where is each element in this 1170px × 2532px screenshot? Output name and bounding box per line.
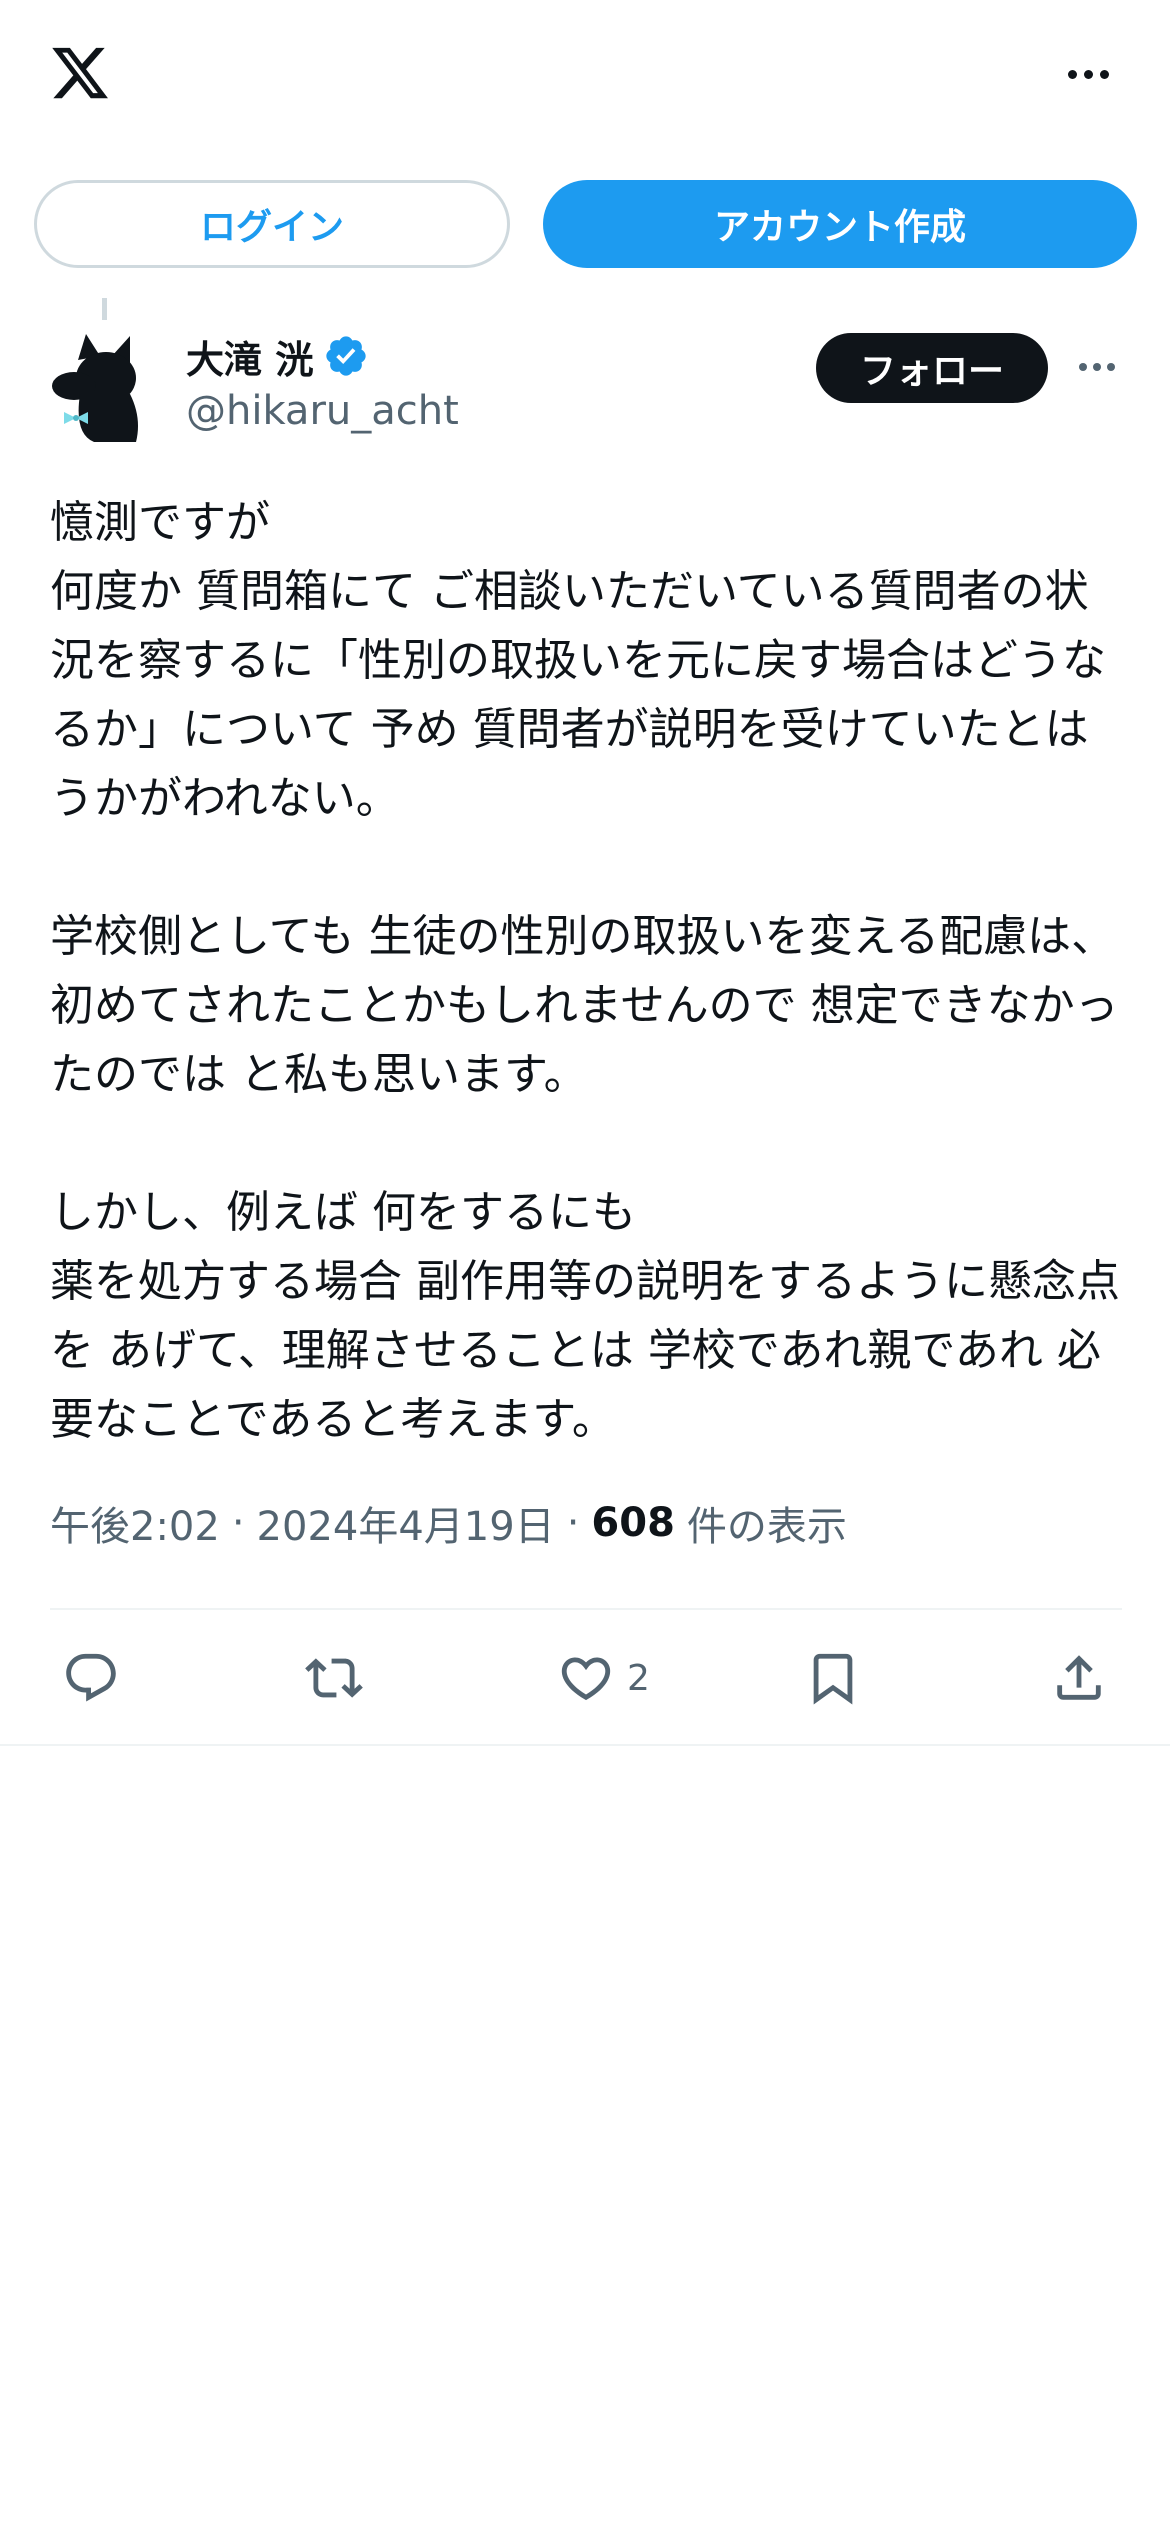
meta-separator: · bbox=[231, 1500, 245, 1546]
bookmark-icon bbox=[813, 1653, 853, 1705]
bookmark-button[interactable] bbox=[804, 1640, 862, 1716]
tweet-meta: 午後2:02 · 2024年4月19日 · 608 件の表示 bbox=[50, 1494, 847, 1552]
top-bar bbox=[0, 0, 1170, 150]
like-button[interactable]: 2 bbox=[557, 1640, 650, 1716]
author-display-name[interactable]: 大滝 洸 bbox=[186, 329, 313, 384]
like-count: 2 bbox=[627, 1657, 650, 1699]
reply-button[interactable] bbox=[62, 1640, 120, 1716]
tweet-date[interactable]: 2024年4月19日 bbox=[257, 1494, 555, 1552]
dot bbox=[1079, 363, 1087, 371]
reply-icon bbox=[66, 1653, 116, 1702]
dot bbox=[1099, 69, 1109, 79]
heart-icon bbox=[561, 1657, 611, 1701]
follow-button[interactable]: フォロー bbox=[816, 333, 1048, 403]
author-handle[interactable]: @hikaru_acht bbox=[186, 388, 459, 434]
x-logo-icon[interactable] bbox=[48, 42, 112, 104]
thread-connector-line bbox=[102, 298, 107, 320]
divider bbox=[0, 1744, 1170, 1746]
views-label: 件の表示 bbox=[686, 1504, 847, 1550]
author-name-row[interactable]: 大滝 洸 bbox=[186, 328, 369, 384]
meta-separator: · bbox=[566, 1500, 580, 1546]
tweet-more-icon[interactable] bbox=[1070, 352, 1124, 382]
retweet-button[interactable] bbox=[305, 1640, 363, 1716]
share-button[interactable] bbox=[1050, 1640, 1108, 1716]
tweet-text: 憶測ですが 何度か 質問箱にて ご相談いただいている質問者の状況を察するに「性別… bbox=[50, 497, 1120, 1445]
dot bbox=[1107, 363, 1115, 371]
create-account-button[interactable]: アカウント作成 bbox=[543, 180, 1137, 268]
tweet-time[interactable]: 午後2:02 bbox=[50, 1494, 220, 1552]
retweet-icon bbox=[305, 1658, 363, 1698]
black-cat-avatar[interactable] bbox=[50, 330, 150, 444]
dot bbox=[1093, 363, 1101, 371]
dot bbox=[1083, 69, 1093, 79]
verified-badge-icon bbox=[326, 336, 366, 376]
login-button[interactable]: ログイン bbox=[34, 180, 510, 268]
views-count: 608 bbox=[591, 1500, 675, 1546]
share-icon bbox=[1057, 1655, 1101, 1700]
dot bbox=[1067, 69, 1077, 79]
more-horizontal-icon[interactable] bbox=[1057, 54, 1119, 94]
divider bbox=[50, 1608, 1122, 1610]
